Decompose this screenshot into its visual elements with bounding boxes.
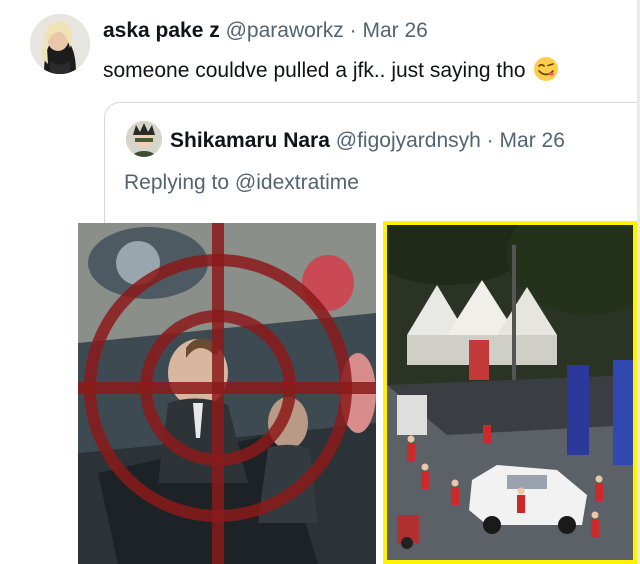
tweet-text-content: someone couldve pulled a jfk.. just sayi… — [103, 59, 526, 82]
separator-dot: · — [349, 19, 357, 42]
quoted-author-name[interactable]: Shikamaru Nara — [170, 129, 330, 152]
quoted-tweet-header: Shikamaru Nara @figojyardnsyh · Mar 26 — [170, 129, 565, 153]
reply-mention-link[interactable]: @idextratime — [235, 171, 359, 194]
quoted-author-handle[interactable]: @figojyardnsyh — [336, 129, 481, 152]
tweet[interactable]: aska pake z @paraworkz · Mar 26 someone … — [0, 0, 640, 564]
tweet-header: aska pake z @paraworkz · Mar 26 — [103, 19, 428, 43]
author-name[interactable]: aska pake z — [103, 19, 220, 42]
tweet-text: someone couldve pulled a jfk.. just sayi… — [103, 56, 559, 83]
separator-dot: · — [486, 129, 494, 152]
quoted-author-avatar[interactable] — [126, 121, 162, 157]
quoted-tweet-date[interactable]: Mar 26 — [500, 129, 565, 152]
street-convoy-photo[interactable] — [383, 221, 637, 564]
author-avatar[interactable] — [30, 14, 90, 74]
replying-to-line: Replying to @idextratime — [124, 171, 359, 195]
tweet-date[interactable]: Mar 26 — [362, 19, 427, 42]
author-handle[interactable]: @paraworkz — [226, 19, 344, 42]
replying-to-label: Replying to — [124, 171, 230, 194]
face-savoring-food-emoji-icon — [533, 56, 559, 82]
crosshair-overlay-photo[interactable] — [78, 223, 376, 564]
